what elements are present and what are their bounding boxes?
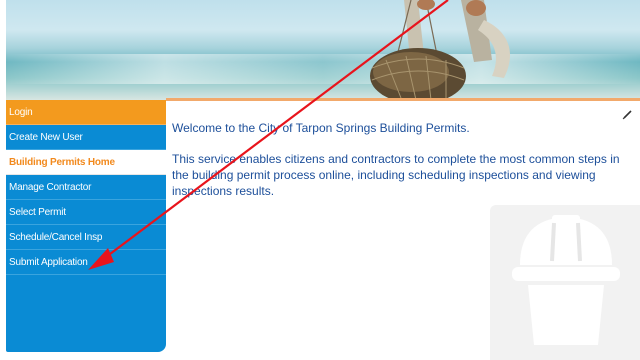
welcome-text: Welcome to the City of Tarpon Springs Bu… <box>172 121 470 135</box>
sidebar-item-submit-application[interactable]: Submit Application <box>6 250 166 275</box>
sidebar-item-manage-contractor[interactable]: Manage Contractor <box>6 175 166 200</box>
sidebar-item-create-new-user[interactable]: Create New User <box>6 125 166 150</box>
sidebar-item-login[interactable]: Login <box>6 100 166 125</box>
sidebar-item-schedule-cancel-insp[interactable]: Schedule/Cancel Insp <box>6 225 166 250</box>
header-banner <box>6 0 640 100</box>
hard-hat-panel <box>490 205 640 360</box>
sponge-diver-illustration <box>370 0 511 100</box>
sidebar-nav: Login Create New User Building Permits H… <box>6 100 166 352</box>
sidebar-item-select-permit[interactable]: Select Permit <box>6 200 166 225</box>
sidebar-item-building-permits-home[interactable]: Building Permits Home <box>6 150 166 175</box>
service-description: This service enables citizens and contra… <box>172 152 620 198</box>
main-content: Welcome to the City of Tarpon Springs Bu… <box>172 120 632 214</box>
pencil-icon[interactable] <box>620 108 634 122</box>
hard-hat-icon <box>512 215 620 345</box>
banner-divider <box>166 98 640 101</box>
